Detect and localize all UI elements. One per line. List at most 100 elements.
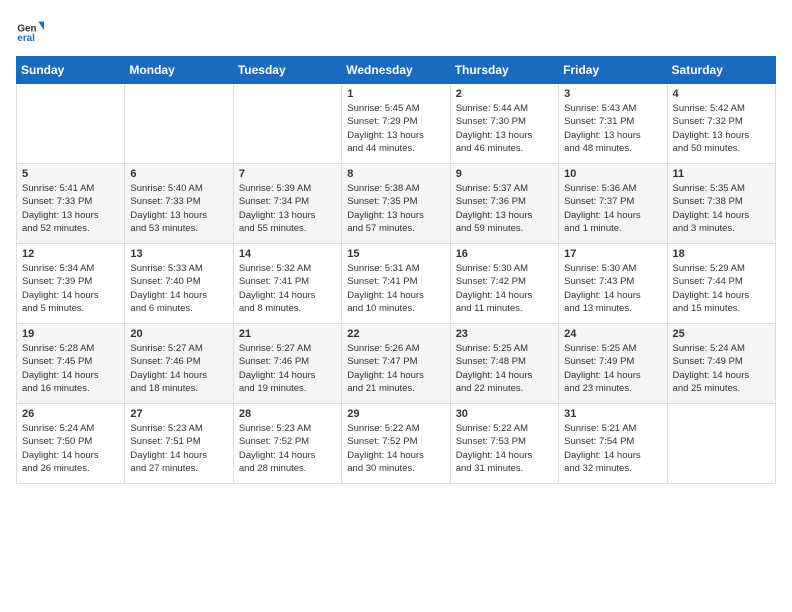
page-header: Gen eral	[16, 16, 776, 44]
day-number: 4	[673, 88, 770, 100]
calendar-cell: 27Sunrise: 5:23 AM Sunset: 7:51 PM Dayli…	[125, 404, 233, 484]
day-number: 22	[347, 328, 444, 340]
day-info: Sunrise: 5:29 AM Sunset: 7:44 PM Dayligh…	[673, 262, 770, 315]
calendar-cell: 18 Sunrise: 5:29 AM Sunset: 7:44 PM Dayli…	[667, 244, 775, 324]
weekday-header: Monday	[125, 57, 233, 84]
day-info: Sunrise: 5:34 AM Sunset: 7:39 PM Dayligh…	[22, 262, 119, 315]
calendar-week-row: 19 Sunrise: 5:28 AM Sunset: 7:45 PM Dayli…	[17, 324, 776, 404]
day-info: Sunrise: 5:25 AM Sunset: 7:49 PM Dayligh…	[564, 342, 661, 395]
calendar-cell: 7 Sunrise: 5:39 AM Sunset: 7:34 PM Daylig…	[233, 164, 341, 244]
day-number: 21	[239, 328, 336, 340]
day-number: 19	[22, 328, 119, 340]
calendar-cell: 23 Sunrise: 5:25 AM Sunset: 7:48 PM Dayli…	[450, 324, 558, 404]
calendar-week-row: 1 Sunrise: 5:45 AM Sunset: 7:29 PM Daylig…	[17, 84, 776, 164]
day-number: 23	[456, 328, 553, 340]
calendar-cell: 21 Sunrise: 5:27 AM Sunset: 7:46 PM Dayli…	[233, 324, 341, 404]
calendar-cell: 9 Sunrise: 5:37 AM Sunset: 7:36 PM Daylig…	[450, 164, 558, 244]
calendar-cell: 26 Sunrise: 5:24 AM Sunset: 7:50 PM Dayli…	[17, 404, 125, 484]
day-info: Sunrise: 5:43 AM Sunset: 7:31 PM Dayligh…	[564, 102, 661, 155]
calendar-cell: 13Sunrise: 5:33 AM Sunset: 7:40 PM Dayli…	[125, 244, 233, 324]
calendar-week-row: 12Sunrise: 5:34 AM Sunset: 7:39 PM Dayli…	[17, 244, 776, 324]
day-info: Sunrise: 5:30 AM Sunset: 7:42 PM Dayligh…	[456, 262, 553, 315]
day-number: 3	[564, 88, 661, 100]
day-info: Sunrise: 5:28 AM Sunset: 7:45 PM Dayligh…	[22, 342, 119, 395]
calendar-cell: 1 Sunrise: 5:45 AM Sunset: 7:29 PM Daylig…	[342, 84, 450, 164]
day-number: 26	[22, 408, 119, 420]
day-number: 16	[456, 248, 553, 260]
calendar-cell	[667, 404, 775, 484]
day-number: 5	[22, 168, 119, 180]
day-number: 9	[456, 168, 553, 180]
weekday-header: Thursday	[450, 57, 558, 84]
day-info: Sunrise: 5:22 AM Sunset: 7:53 PM Dayligh…	[456, 422, 553, 475]
day-info: Sunrise: 5:40 AM Sunset: 7:33 PM Dayligh…	[130, 182, 227, 235]
calendar-cell: 4 Sunrise: 5:42 AM Sunset: 7:32 PM Daylig…	[667, 84, 775, 164]
day-number: 10	[564, 168, 661, 180]
day-info: Sunrise: 5:39 AM Sunset: 7:34 PM Dayligh…	[239, 182, 336, 235]
day-info: Sunrise: 5:27 AM Sunset: 7:46 PM Dayligh…	[239, 342, 336, 395]
day-info: Sunrise: 5:45 AM Sunset: 7:29 PM Dayligh…	[347, 102, 444, 155]
calendar-table: SundayMondayTuesdayWednesdayThursdayFrid…	[16, 56, 776, 484]
day-info: Sunrise: 5:22 AM Sunset: 7:52 PM Dayligh…	[347, 422, 444, 475]
logo: Gen eral	[16, 16, 48, 44]
svg-text:eral: eral	[17, 33, 35, 44]
calendar-cell: 8 Sunrise: 5:38 AM Sunset: 7:35 PM Daylig…	[342, 164, 450, 244]
calendar-cell: 30Sunrise: 5:22 AM Sunset: 7:53 PM Dayli…	[450, 404, 558, 484]
calendar-cell	[17, 84, 125, 164]
calendar-cell: 11 Sunrise: 5:35 AM Sunset: 7:38 PM Dayli…	[667, 164, 775, 244]
calendar-cell: 22 Sunrise: 5:26 AM Sunset: 7:47 PM Dayli…	[342, 324, 450, 404]
day-info: Sunrise: 5:42 AM Sunset: 7:32 PM Dayligh…	[673, 102, 770, 155]
day-number: 2	[456, 88, 553, 100]
weekday-header: Friday	[559, 57, 667, 84]
day-number: 8	[347, 168, 444, 180]
calendar-cell: 17 Sunrise: 5:30 AM Sunset: 7:43 PM Dayli…	[559, 244, 667, 324]
day-number: 7	[239, 168, 336, 180]
calendar-cell: 12Sunrise: 5:34 AM Sunset: 7:39 PM Dayli…	[17, 244, 125, 324]
day-info: Sunrise: 5:26 AM Sunset: 7:47 PM Dayligh…	[347, 342, 444, 395]
day-number: 15	[347, 248, 444, 260]
day-info: Sunrise: 5:21 AM Sunset: 7:54 PM Dayligh…	[564, 422, 661, 475]
calendar-cell: 20 Sunrise: 5:27 AM Sunset: 7:46 PM Dayli…	[125, 324, 233, 404]
day-info: Sunrise: 5:41 AM Sunset: 7:33 PM Dayligh…	[22, 182, 119, 235]
day-number: 13	[130, 248, 227, 260]
calendar-cell: 15 Sunrise: 5:31 AM Sunset: 7:41 PM Dayli…	[342, 244, 450, 324]
day-info: Sunrise: 5:31 AM Sunset: 7:41 PM Dayligh…	[347, 262, 444, 315]
generalblue-logo-icon: Gen eral	[16, 16, 44, 44]
calendar-cell: 2 Sunrise: 5:44 AM Sunset: 7:30 PM Daylig…	[450, 84, 558, 164]
day-info: Sunrise: 5:23 AM Sunset: 7:51 PM Dayligh…	[130, 422, 227, 475]
day-info: Sunrise: 5:35 AM Sunset: 7:38 PM Dayligh…	[673, 182, 770, 235]
day-info: Sunrise: 5:25 AM Sunset: 7:48 PM Dayligh…	[456, 342, 553, 395]
day-info: Sunrise: 5:27 AM Sunset: 7:46 PM Dayligh…	[130, 342, 227, 395]
calendar-cell: 14 Sunrise: 5:32 AM Sunset: 7:41 PM Dayli…	[233, 244, 341, 324]
calendar-week-row: 26 Sunrise: 5:24 AM Sunset: 7:50 PM Dayli…	[17, 404, 776, 484]
day-number: 14	[239, 248, 336, 260]
day-number: 17	[564, 248, 661, 260]
day-number: 25	[673, 328, 770, 340]
day-info: Sunrise: 5:38 AM Sunset: 7:35 PM Dayligh…	[347, 182, 444, 235]
calendar-cell: 10Sunrise: 5:36 AM Sunset: 7:37 PM Dayli…	[559, 164, 667, 244]
day-info: Sunrise: 5:44 AM Sunset: 7:30 PM Dayligh…	[456, 102, 553, 155]
calendar-week-row: 5 Sunrise: 5:41 AM Sunset: 7:33 PM Daylig…	[17, 164, 776, 244]
calendar-cell: 28Sunrise: 5:23 AM Sunset: 7:52 PM Dayli…	[233, 404, 341, 484]
calendar-cell: 6Sunrise: 5:40 AM Sunset: 7:33 PM Daylig…	[125, 164, 233, 244]
calendar-cell: 25 Sunrise: 5:24 AM Sunset: 7:49 PM Dayli…	[667, 324, 775, 404]
day-info: Sunrise: 5:23 AM Sunset: 7:52 PM Dayligh…	[239, 422, 336, 475]
calendar-cell	[233, 84, 341, 164]
weekday-header: Saturday	[667, 57, 775, 84]
day-number: 24	[564, 328, 661, 340]
day-number: 1	[347, 88, 444, 100]
day-info: Sunrise: 5:32 AM Sunset: 7:41 PM Dayligh…	[239, 262, 336, 315]
calendar-cell: 5 Sunrise: 5:41 AM Sunset: 7:33 PM Daylig…	[17, 164, 125, 244]
weekday-header: Sunday	[17, 57, 125, 84]
day-number: 29	[347, 408, 444, 420]
day-number: 11	[673, 168, 770, 180]
day-info: Sunrise: 5:24 AM Sunset: 7:50 PM Dayligh…	[22, 422, 119, 475]
day-info: Sunrise: 5:37 AM Sunset: 7:36 PM Dayligh…	[456, 182, 553, 235]
day-info: Sunrise: 5:30 AM Sunset: 7:43 PM Dayligh…	[564, 262, 661, 315]
day-info: Sunrise: 5:24 AM Sunset: 7:49 PM Dayligh…	[673, 342, 770, 395]
day-number: 18	[673, 248, 770, 260]
day-number: 20	[130, 328, 227, 340]
calendar-cell: 16 Sunrise: 5:30 AM Sunset: 7:42 PM Dayli…	[450, 244, 558, 324]
calendar-cell	[125, 84, 233, 164]
calendar-cell: 19 Sunrise: 5:28 AM Sunset: 7:45 PM Dayli…	[17, 324, 125, 404]
